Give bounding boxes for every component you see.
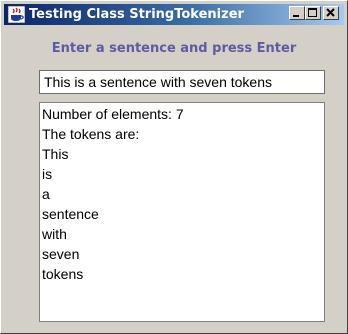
sentence-input[interactable] [39,70,325,94]
output-line: is [42,166,53,182]
minimize-button[interactable] [289,6,305,20]
output-line: with [42,226,67,242]
close-icon [326,8,335,17]
maximize-icon [308,8,317,17]
output-line: tokens [42,266,84,282]
tokens-output-area[interactable]: Number of elements: 7 The tokens are: Th… [39,102,325,322]
output-line: seven [42,246,80,262]
app-window: Testing Class StringTokenizer Enter a se… [0,0,348,334]
output-line: a [42,186,50,202]
prompt-label: Enter a sentence and press Enter [51,41,297,56]
minimize-icon [293,15,299,17]
title-bar[interactable]: Testing Class StringTokenizer [4,4,344,25]
close-button[interactable] [323,6,339,20]
output-line: This [42,146,69,162]
java-coffee-cup-icon[interactable] [8,6,25,23]
output-line: The tokens are: [42,126,140,142]
output-line: Number of elements: 7 [42,106,184,122]
output-line: sentence [42,206,99,222]
window-title: Testing Class StringTokenizer [29,7,244,22]
maximize-button[interactable] [305,6,321,20]
